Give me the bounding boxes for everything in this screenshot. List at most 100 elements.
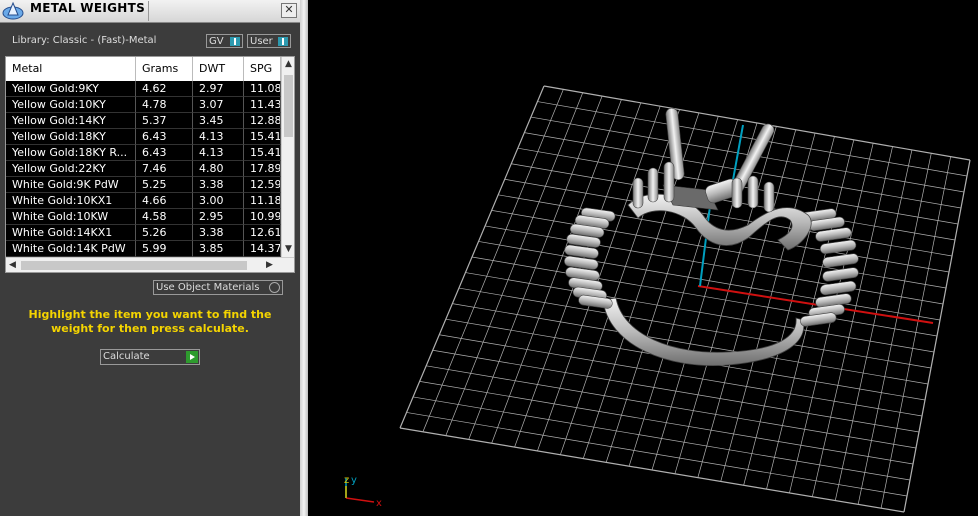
panel-titlebar[interactable]: METAL WEIGHTS ✕ xyxy=(0,0,300,23)
metal-cell: White Gold:9K PdW xyxy=(6,177,136,193)
horizontal-scroll-thumb[interactable] xyxy=(21,261,247,270)
use-object-materials-label: Use Object Materials xyxy=(156,282,260,293)
grams-cell: 6.43 xyxy=(136,129,193,145)
metal-table: Metal Grams DWT SPG Yellow Gold:9KY 4.62 2… xyxy=(5,56,295,273)
metal-cell: Yellow Gold:14KY xyxy=(6,113,136,129)
library-label: Library: Classic - (Fast)-Metal xyxy=(12,35,157,46)
table-row[interactable]: Yellow Gold:9KY 4.62 2.97 11.08 xyxy=(6,81,281,97)
scroll-right-icon[interactable]: ▶ xyxy=(266,260,273,270)
metal-cell: Yellow Gold:18KY xyxy=(6,129,136,145)
spg-cell: 12.61 xyxy=(244,225,281,241)
radio-icon xyxy=(269,282,280,293)
baguette-stone xyxy=(822,267,859,282)
grams-cell: 5.26 xyxy=(136,225,193,241)
spg-cell: 11.43 xyxy=(244,97,281,113)
dwt-cell: 3.45 xyxy=(193,113,244,129)
panel-splitter[interactable] xyxy=(300,0,308,516)
scroll-up-icon[interactable]: ▲ xyxy=(285,59,292,69)
column-header-spg[interactable]: SPG xyxy=(244,57,281,81)
title-divider xyxy=(148,1,149,21)
column-header-metal[interactable]: Metal xyxy=(6,57,136,81)
metal-cell: White Gold:14KX1 xyxy=(6,225,136,241)
table-row[interactable]: Yellow Gold:22KY 7.46 4.80 17.89 xyxy=(6,161,281,177)
spg-cell: 15.41 xyxy=(244,129,281,145)
table-row[interactable]: Yellow Gold:10KY 4.78 3.07 11.43 xyxy=(6,97,281,113)
dwt-cell: 3.00 xyxy=(193,193,244,209)
metal-cell: White Gold:10KX1 xyxy=(6,193,136,209)
vertical-scroll-thumb[interactable] xyxy=(284,75,293,137)
viewport-canvas: z y x xyxy=(344,85,971,513)
dwt-cell: 4.80 xyxy=(193,161,244,177)
table-row[interactable]: White Gold:14KX1 5.26 3.38 12.61 xyxy=(6,225,281,241)
table-row[interactable]: White Gold:10KW 4.58 2.95 10.99 xyxy=(6,209,281,225)
gv-toggle-label: GV xyxy=(209,36,224,47)
grams-cell: 5.25 xyxy=(136,177,193,193)
grid-line xyxy=(903,159,971,513)
metal-cell: Yellow Gold:22KY xyxy=(6,161,136,177)
vertical-scrollbar[interactable]: ▲ ▼ xyxy=(281,57,294,257)
metal-cell: White Gold:10KW xyxy=(6,209,136,225)
table-row[interactable]: Yellow Gold:18KY 6.43 4.13 15.41 xyxy=(6,129,281,145)
grid-line xyxy=(834,149,913,501)
grams-cell: 7.46 xyxy=(136,161,193,177)
spg-cell: 11.08 xyxy=(244,81,281,97)
spg-cell: 10.99 xyxy=(244,209,281,225)
dwt-cell: 2.97 xyxy=(193,81,244,97)
column-header-dwt[interactable]: DWT xyxy=(193,57,244,81)
grid-line xyxy=(452,303,929,385)
axis-triad: z y x xyxy=(344,475,382,509)
grid-line xyxy=(399,427,905,513)
scroll-down-icon[interactable]: ▼ xyxy=(285,244,292,254)
ring-model xyxy=(564,107,859,367)
instruction-text: Highlight the item you want to find the … xyxy=(28,308,272,335)
grid-line xyxy=(439,334,923,417)
grams-cell: 4.66 xyxy=(136,193,193,209)
axis-x-label: x xyxy=(376,498,382,509)
3d-viewport[interactable]: z y x xyxy=(308,0,978,516)
grams-cell: 5.99 xyxy=(136,241,193,257)
grams-cell: 4.62 xyxy=(136,81,193,97)
dwt-cell: 3.85 xyxy=(193,241,244,257)
grams-cell: 5.37 xyxy=(136,113,193,129)
horizontal-scrollbar[interactable]: ◀ ▶ xyxy=(6,257,294,272)
axis-z-label: z xyxy=(344,475,349,486)
play-icon xyxy=(186,351,198,363)
dwt-cell: 3.38 xyxy=(193,177,244,193)
baguette-stone xyxy=(819,280,857,296)
grid-line xyxy=(880,156,951,509)
dwt-cell: 3.07 xyxy=(193,97,244,113)
toggle-switch-icon xyxy=(230,37,240,46)
spg-cell: 17.89 xyxy=(244,161,281,177)
grid-line xyxy=(857,153,932,505)
user-toggle[interactable]: User xyxy=(247,34,291,48)
user-toggle-label: User xyxy=(250,36,273,47)
spg-cell: 15.41 xyxy=(244,145,281,161)
table-row[interactable]: Yellow Gold:14KY 5.37 3.45 12.88 xyxy=(6,113,281,129)
metal-cell: White Gold:14K PdW xyxy=(6,241,136,257)
spg-cell: 12.59 xyxy=(244,177,281,193)
table-row[interactable]: White Gold:10KX1 4.66 3.00 11.18 xyxy=(6,193,281,209)
axis-y-label: y xyxy=(351,475,357,486)
baguette-stone xyxy=(822,253,859,268)
use-object-materials-option[interactable]: Use Object Materials xyxy=(153,280,283,295)
metal-cell: Yellow Gold:18KY R... xyxy=(6,145,136,161)
dwt-cell: 4.13 xyxy=(193,129,244,145)
metal-cell: Yellow Gold:10KY xyxy=(6,97,136,113)
gv-toggle[interactable]: GV xyxy=(206,34,243,48)
table-header: Metal Grams DWT SPG xyxy=(6,57,281,82)
scroll-left-icon[interactable]: ◀ xyxy=(9,260,16,270)
table-row[interactable]: White Gold:9K PdW 5.25 3.38 12.59 xyxy=(6,177,281,193)
table-row[interactable]: White Gold:14K PdW 5.99 3.85 14.37 xyxy=(6,241,281,257)
table-row[interactable]: Yellow Gold:18KY R... 6.43 4.13 15.41 xyxy=(6,145,281,161)
column-header-grams[interactable]: Grams xyxy=(136,57,193,81)
metal-cell: Yellow Gold:9KY xyxy=(6,81,136,97)
toggle-switch-icon xyxy=(278,37,288,46)
metal-weights-panel: METAL WEIGHTS ✕ Library: Classic - (Fast… xyxy=(0,0,300,516)
grid-line xyxy=(432,349,920,433)
spg-cell: 12.88 xyxy=(244,113,281,129)
close-button[interactable]: ✕ xyxy=(281,3,297,18)
calculate-button[interactable]: Calculate xyxy=(100,349,200,365)
calculate-label: Calculate xyxy=(103,351,150,362)
grid-line xyxy=(406,412,908,497)
dwt-cell: 3.38 xyxy=(193,225,244,241)
